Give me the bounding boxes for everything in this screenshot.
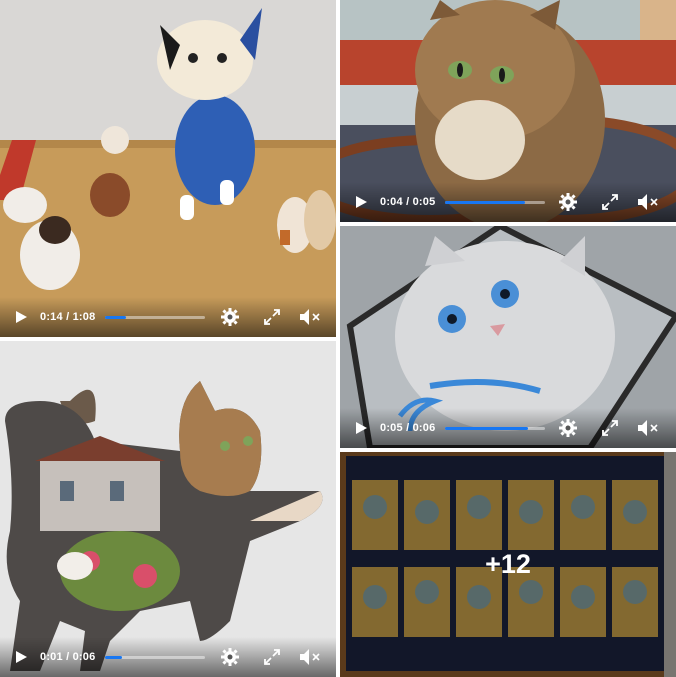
fullscreen-icon	[602, 194, 619, 210]
volume-button[interactable]	[637, 191, 659, 213]
volume-muted-icon	[300, 309, 320, 325]
settings-gear-icon	[559, 193, 578, 211]
play-button[interactable]	[352, 419, 370, 437]
video-time: 0:05 / 0:06	[380, 422, 436, 434]
video-tile-tabby[interactable]: 0:04 / 0:05	[340, 0, 676, 222]
video-tile-silhouette[interactable]: 0:01 / 0:06	[0, 341, 336, 677]
play-button[interactable]	[352, 193, 370, 211]
settings-button[interactable]	[219, 646, 241, 668]
volume-button[interactable]	[299, 646, 321, 668]
more-photos-count: +12	[485, 549, 531, 579]
play-button[interactable]	[12, 308, 30, 326]
video-controls: 0:01 / 0:06	[0, 637, 336, 677]
silhouette-puzzle-image	[0, 341, 336, 677]
volume-button[interactable]	[637, 417, 659, 439]
video-time: 0:14 / 1:08	[40, 311, 96, 323]
progress-fill	[445, 426, 529, 430]
fullscreen-button[interactable]	[261, 306, 283, 328]
settings-gear-icon	[559, 419, 578, 437]
progress-fill	[445, 200, 526, 204]
video-tile-kitten[interactable]: 0:05 / 0:06	[340, 226, 676, 448]
play-icon	[356, 196, 367, 208]
progress-fill	[105, 315, 127, 319]
fullscreen-icon	[264, 309, 281, 325]
fullscreen-icon	[264, 649, 281, 665]
progress-bar[interactable]	[445, 426, 546, 430]
settings-button[interactable]	[557, 191, 579, 213]
play-icon	[16, 311, 27, 323]
video-controls: 0:04 / 0:05	[340, 182, 676, 222]
volume-muted-icon	[638, 420, 658, 436]
settings-gear-icon	[221, 308, 240, 326]
video-controls: 0:14 / 1:08	[0, 297, 336, 337]
photo-tile-zodiac[interactable]: +12	[340, 452, 676, 677]
video-time: 0:04 / 0:05	[380, 196, 436, 208]
play-button[interactable]	[12, 648, 30, 666]
play-icon	[16, 651, 27, 663]
settings-button[interactable]	[557, 417, 579, 439]
play-icon	[356, 422, 367, 434]
volume-muted-icon	[300, 649, 320, 665]
progress-fill	[105, 655, 123, 659]
settings-button[interactable]	[219, 306, 241, 328]
more-photos-overlay[interactable]: +12	[340, 452, 676, 677]
figurines-image	[0, 0, 336, 337]
video-controls: 0:05 / 0:06	[340, 408, 676, 448]
fullscreen-icon	[602, 420, 619, 436]
volume-button[interactable]	[299, 306, 321, 328]
video-tile-figurines[interactable]: 0:14 / 1:08	[0, 0, 336, 337]
fullscreen-button[interactable]	[599, 417, 621, 439]
fullscreen-button[interactable]	[261, 646, 283, 668]
fullscreen-button[interactable]	[599, 191, 621, 213]
progress-bar[interactable]	[105, 315, 206, 319]
progress-bar[interactable]	[445, 200, 546, 204]
settings-gear-icon	[221, 648, 240, 666]
progress-bar[interactable]	[105, 655, 206, 659]
video-time: 0:01 / 0:06	[40, 651, 96, 663]
volume-muted-icon	[638, 194, 658, 210]
